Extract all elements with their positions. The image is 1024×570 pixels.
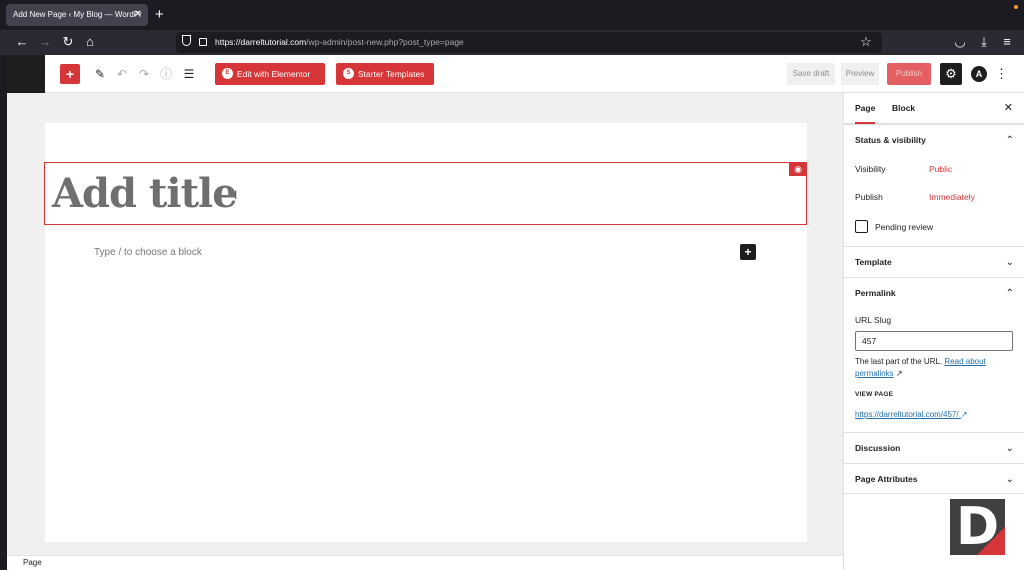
chevron-down-icon: ⌄	[1005, 474, 1014, 485]
add-block-icon[interactable]: +	[740, 244, 756, 260]
publish-value[interactable]: Immediately	[929, 192, 975, 202]
edit-with-elementor-button[interactable]: E Edit with Elementor	[215, 63, 325, 85]
post-title-placeholder: Add title	[52, 170, 238, 217]
save-draft-button[interactable]: Save draft	[787, 63, 835, 85]
discussion-heading: Discussion	[855, 443, 901, 453]
channel-logo: D	[950, 499, 1005, 555]
url-slug-input[interactable]	[855, 331, 1013, 351]
pocket-icon[interactable]: ◡	[950, 32, 970, 52]
status-visibility-heading: Status & visibility	[855, 135, 926, 145]
close-icon[interactable]: ✕	[1004, 93, 1013, 124]
star-icon[interactable]: ☆	[856, 32, 876, 52]
permalink-help: The last part of the URL. Read about per…	[855, 356, 1015, 380]
back-icon[interactable]: ←	[12, 32, 32, 52]
new-tab-button[interactable]: +	[155, 5, 164, 25]
home-icon[interactable]: ⌂	[80, 32, 100, 52]
pending-review-checkbox[interactable]	[855, 220, 868, 233]
eye-icon[interactable]: ◉	[789, 162, 807, 176]
template-heading: Template	[855, 257, 892, 267]
info-icon[interactable]: ⓘ	[156, 64, 176, 84]
tab-block[interactable]: Block	[892, 93, 915, 124]
tools-pencil-icon[interactable]: ✎	[90, 64, 110, 84]
editor-toolbar: + ✎ ↶ ↷ ⓘ ☰ E Edit with Elementor S Star…	[45, 55, 1024, 93]
visibility-label: Visibility	[855, 164, 886, 174]
tab-page[interactable]: Page	[855, 93, 876, 124]
wp-editor: + ✎ ↶ ↷ ⓘ ☰ E Edit with Elementor S Star…	[7, 55, 1024, 570]
permalink-panel-toggle[interactable]: Permalink ⌃	[844, 277, 1024, 308]
lock-icon[interactable]	[199, 38, 207, 46]
chevron-down-icon: ⌄	[1005, 443, 1014, 454]
view-page-label: VIEW PAGE	[855, 391, 894, 398]
redo-icon[interactable]: ↷	[134, 64, 154, 84]
block-appender[interactable]: Type / to choose a block	[94, 247, 202, 258]
undo-icon[interactable]: ↶	[112, 64, 132, 84]
editor-statusbar: Page	[7, 555, 843, 570]
list-view-icon[interactable]: ☰	[179, 64, 199, 84]
chevron-down-icon: ⌄	[1005, 257, 1014, 268]
publish-button[interactable]: Publish	[887, 63, 931, 85]
starter-templates-label: Starter Templates	[358, 69, 425, 79]
sidebar-tabs: Page Block ✕	[844, 93, 1024, 124]
url-slug-label: URL Slug	[855, 315, 892, 325]
forward-icon[interactable]: →	[35, 32, 55, 52]
help-text: The last part of the URL.	[855, 357, 943, 366]
read-about-link[interactable]: Read about	[944, 357, 985, 366]
pending-review-label: Pending review	[875, 222, 934, 232]
permalinks-link[interactable]: permalinks	[855, 369, 894, 378]
status-visibility-panel-toggle[interactable]: Status & visibility ⌃	[844, 124, 1024, 155]
chevron-up-icon: ⌃	[1005, 135, 1014, 146]
block-inserter-button[interactable]: +	[60, 64, 80, 84]
text-cursor-icon: I	[234, 188, 238, 202]
page-attributes-panel-toggle[interactable]: Page Attributes ⌄	[844, 463, 1024, 494]
discussion-panel-toggle[interactable]: Discussion ⌄	[844, 432, 1024, 463]
visibility-value[interactable]: Public	[929, 164, 952, 174]
wp-logo-area[interactable]	[7, 55, 45, 93]
reload-icon[interactable]: ↻	[58, 32, 78, 52]
preview-button[interactable]: Preview	[841, 63, 879, 85]
astra-icon[interactable]: A	[971, 66, 987, 82]
elementor-icon: E	[222, 68, 233, 79]
settings-gear-icon[interactable]: ⚙	[940, 63, 962, 85]
shield-icon[interactable]	[182, 35, 191, 46]
url-path: /wp-admin/post-new.php?post_type=page	[306, 37, 464, 47]
browser-tab[interactable]: Add New Page ‹ My Blog — WordPr ✕	[6, 4, 148, 26]
starter-templates-icon: S	[343, 68, 354, 79]
external-link-icon: ↗	[895, 369, 903, 378]
notification-dot	[1014, 5, 1018, 9]
publish-label: Publish	[855, 192, 883, 202]
breadcrumb-page[interactable]: Page	[23, 558, 42, 567]
url-bar[interactable]: https://darreltutorial.com/wp-admin/post…	[176, 32, 882, 53]
permalink-heading: Permalink	[855, 288, 896, 298]
close-tab-icon[interactable]: ✕	[134, 4, 142, 26]
view-page-link[interactable]: https://darreltutorial.com/457/ ↗	[855, 410, 968, 419]
template-panel-toggle[interactable]: Template ⌄	[844, 246, 1024, 277]
menu-icon[interactable]: ≡	[997, 32, 1017, 52]
logo-red-corner	[977, 527, 1005, 555]
chevron-up-icon: ⌃	[1005, 288, 1014, 299]
browser-nav-bar: ← → ↻ ⌂ https://darreltutorial.com/wp-ad…	[0, 30, 1024, 55]
starter-templates-button[interactable]: S Starter Templates	[336, 63, 434, 85]
browser-tab-bar: Add New Page ‹ My Blog — WordPr ✕ +	[0, 0, 1024, 30]
view-page-url: https://darreltutorial.com/457/	[855, 410, 959, 419]
post-title-field[interactable]: Add title	[44, 162, 807, 225]
external-link-icon: ↗	[960, 410, 968, 419]
url-text[interactable]: https://darreltutorial.com/wp-admin/post…	[215, 32, 464, 53]
url-host: https://darreltutorial.com	[215, 37, 307, 47]
elementor-label: Edit with Elementor	[237, 69, 311, 79]
page-attributes-heading: Page Attributes	[855, 474, 918, 484]
more-options-icon[interactable]: ⋮	[995, 63, 1008, 85]
download-icon[interactable]: ⤓	[974, 32, 994, 52]
tab-title: Add New Page ‹ My Blog — WordPr	[13, 10, 142, 19]
